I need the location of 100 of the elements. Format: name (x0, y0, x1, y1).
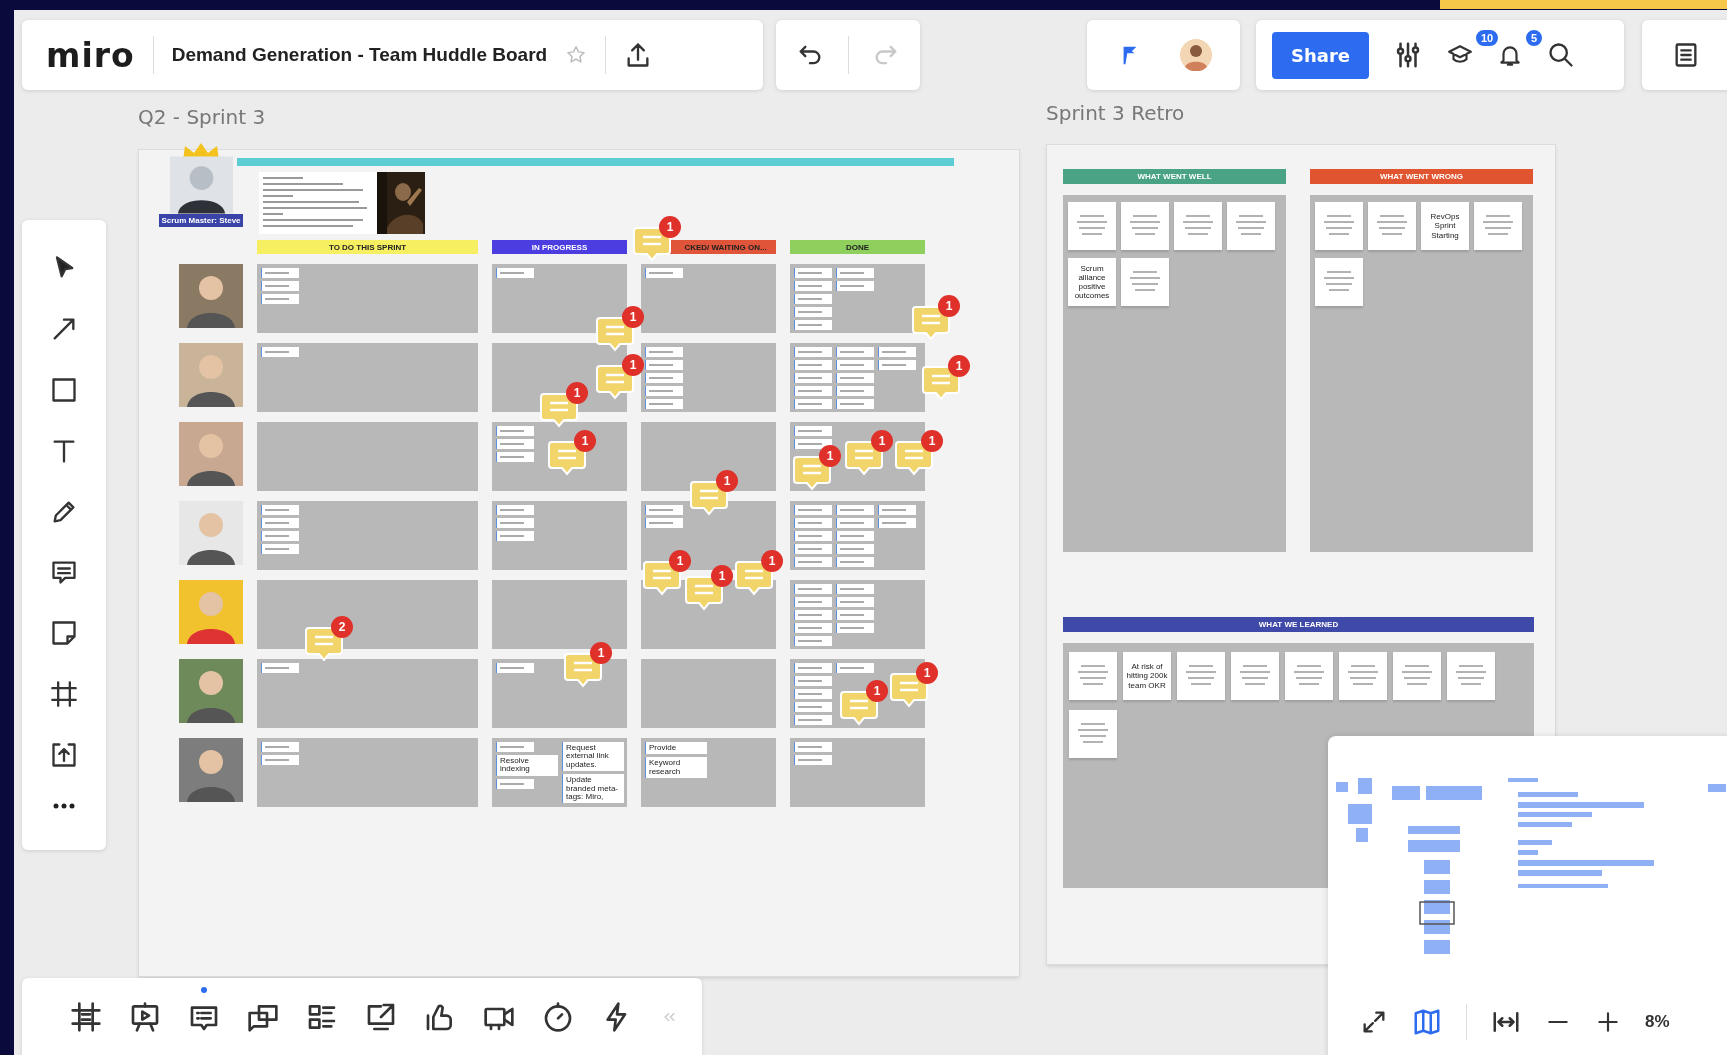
sticky-note[interactable] (1177, 652, 1225, 700)
sticky-note[interactable] (794, 268, 832, 278)
sticky-note[interactable] (794, 399, 832, 409)
sticky-note[interactable] (496, 518, 534, 528)
sticky-note[interactable] (261, 742, 299, 752)
sticky-note[interactable] (878, 518, 916, 528)
sticky-note[interactable] (836, 360, 874, 370)
sticky-note[interactable] (496, 439, 534, 449)
sticky-note[interactable] (794, 557, 832, 567)
sticky-note[interactable] (794, 623, 832, 633)
presentation-icon[interactable] (129, 1000, 161, 1033)
sticky-note[interactable] (794, 636, 832, 646)
sticky-note[interactable] (261, 663, 299, 673)
sticky-note[interactable] (1231, 652, 1279, 700)
sticky-note[interactable] (645, 347, 683, 357)
sticky-note[interactable] (794, 347, 832, 357)
upload-icon[interactable] (50, 741, 78, 769)
sticky-note[interactable] (1174, 202, 1222, 250)
sticky-note[interactable] (261, 505, 299, 515)
sticky-note[interactable] (645, 399, 683, 409)
sticky-note[interactable] (794, 320, 832, 330)
sticky-note[interactable] (496, 452, 534, 462)
sticky-note[interactable] (1447, 652, 1495, 700)
sticky-note[interactable] (645, 386, 683, 396)
sticky-note[interactable] (794, 531, 832, 541)
sticky-note[interactable] (836, 386, 874, 396)
sticky-note[interactable] (1121, 258, 1169, 306)
share-button[interactable]: Share (1272, 31, 1369, 79)
sticky-note[interactable] (836, 584, 874, 594)
sticky-note[interactable] (1474, 202, 1522, 250)
fullscreen-icon[interactable] (1360, 1008, 1388, 1036)
rectangle-icon[interactable] (50, 375, 78, 404)
sticky-note[interactable] (836, 518, 874, 528)
sticky-note[interactable] (794, 426, 832, 436)
sticky-note[interactable] (261, 347, 299, 357)
sticky-note[interactable] (496, 742, 534, 752)
sticky-note[interactable] (794, 307, 832, 317)
sticky-note[interactable] (836, 281, 874, 291)
sticky-note[interactable] (794, 544, 832, 554)
sticky-note[interactable]: Keyword research (645, 757, 707, 779)
sticky-note[interactable] (1368, 202, 1416, 250)
sticky-note[interactable] (496, 426, 534, 436)
sticky-note[interactable]: Request external link updates. (562, 742, 624, 772)
sticky-note[interactable] (261, 531, 299, 541)
frame-title[interactable]: Q2 - Sprint 3 (138, 105, 266, 129)
map-icon[interactable] (1412, 1007, 1442, 1037)
sticky-note[interactable] (836, 610, 874, 620)
search-icon[interactable] (1547, 41, 1575, 69)
sticky-note[interactable] (794, 518, 832, 528)
sticky-note[interactable] (836, 347, 874, 357)
sticky-note[interactable]: At risk of hitting 200k team OKR (1123, 652, 1171, 700)
sticky-note[interactable] (261, 281, 299, 291)
sticky-note[interactable] (836, 623, 874, 633)
sticky-note[interactable] (1069, 652, 1117, 700)
sticky-note[interactable] (1121, 202, 1169, 250)
sticky-note[interactable] (836, 557, 874, 567)
sticky-note[interactable] (645, 373, 683, 383)
sticky-note[interactable] (794, 505, 832, 515)
sticky-note[interactable] (261, 268, 299, 278)
sticky-note[interactable] (836, 531, 874, 541)
sticky-note[interactable] (794, 373, 832, 383)
sticky-note[interactable] (836, 597, 874, 607)
sticky-note[interactable] (836, 373, 874, 383)
sticky-note[interactable] (794, 281, 832, 291)
sticky-note[interactable] (261, 544, 299, 554)
sticky-note[interactable] (794, 386, 832, 396)
sticky-note[interactable] (794, 689, 832, 699)
sticky-note[interactable] (261, 294, 299, 304)
sticky-note[interactable] (496, 663, 534, 673)
sticky-note[interactable] (1315, 258, 1363, 306)
sticky-note[interactable] (794, 755, 832, 765)
sticky-note[interactable]: Provide (645, 742, 707, 755)
sticky-note[interactable] (1069, 710, 1117, 758)
sticky-note[interactable] (794, 676, 832, 686)
sticky-note[interactable] (496, 778, 534, 789)
sticky-note[interactable] (261, 518, 299, 528)
sticky-note[interactable] (496, 505, 534, 515)
sticky-note[interactable] (645, 518, 683, 528)
sticky-note[interactable] (1339, 652, 1387, 700)
sticky-note[interactable] (1285, 652, 1333, 700)
sticky-note[interactable]: Update branded meta-tags: Miro, (562, 774, 624, 804)
sticky-note[interactable] (1393, 652, 1441, 700)
sticky-note[interactable] (836, 268, 874, 278)
sticky-note[interactable] (836, 399, 874, 409)
sticky-note[interactable] (794, 663, 832, 673)
logo[interactable]: miro (46, 38, 135, 72)
sticky-note[interactable] (645, 505, 683, 515)
sticky-note[interactable] (794, 742, 832, 752)
sticky-note[interactable] (878, 347, 916, 357)
sticky-note[interactable]: Scrum alliance positive outcomes (1068, 258, 1116, 306)
sticky-note[interactable] (794, 702, 832, 712)
sticky-note[interactable] (496, 268, 534, 278)
sticky-note[interactable] (878, 505, 916, 515)
sticky-note[interactable] (836, 505, 874, 515)
sticky-note[interactable] (1227, 202, 1275, 250)
sticky-note[interactable] (1315, 202, 1363, 250)
sticky-note[interactable] (496, 531, 534, 541)
sticky-note[interactable] (836, 544, 874, 554)
avatar[interactable] (1180, 39, 1212, 71)
zoom-level[interactable]: 8% (1645, 1012, 1670, 1032)
